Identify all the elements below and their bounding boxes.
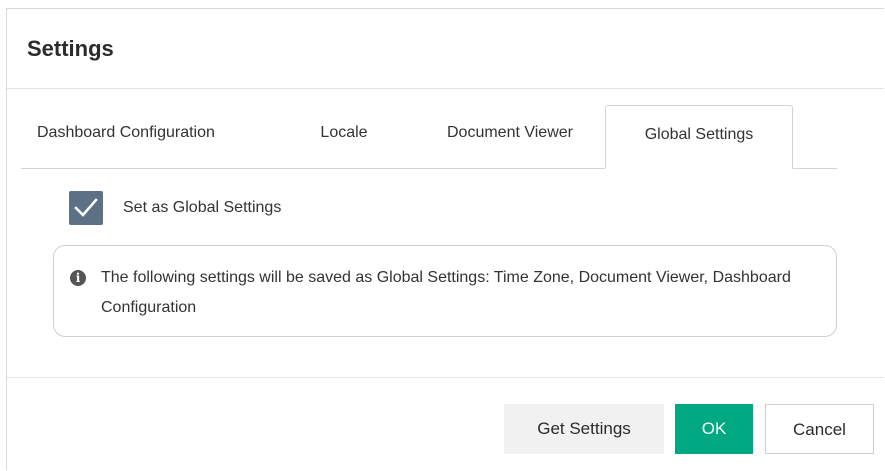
dialog-footer: Get Settings OK Cancel	[7, 377, 884, 471]
tab-global-settings-label: Global Settings	[644, 126, 754, 143]
get-settings-button[interactable]: Get Settings	[504, 404, 664, 454]
tab-locale[interactable]: Locale	[309, 106, 379, 169]
tab-bar: Dashboard Configuration Locale Document …	[21, 105, 837, 169]
tab-global-settings[interactable]: Global Settings	[605, 105, 793, 169]
dialog-header: Settings	[7, 9, 884, 89]
global-settings-checkbox[interactable]	[69, 191, 103, 225]
dialog-title: Settings	[27, 36, 114, 61]
tab-document-viewer[interactable]: Document Viewer	[425, 106, 595, 169]
info-circle-icon: i	[70, 270, 86, 286]
info-message-box: i The following settings will be saved a…	[53, 245, 837, 337]
cancel-button[interactable]: Cancel	[765, 404, 874, 454]
settings-dialog: Settings Dashboard Configuration Locale …	[6, 8, 884, 470]
checkmark-icon	[74, 198, 98, 217]
tab-dashboard-configuration[interactable]: Dashboard Configuration	[37, 106, 267, 169]
global-settings-checkbox-label: Set as Global Settings	[123, 199, 282, 216]
info-message-text: The following settings will be saved as …	[101, 269, 791, 316]
ok-button[interactable]: OK	[675, 404, 753, 454]
